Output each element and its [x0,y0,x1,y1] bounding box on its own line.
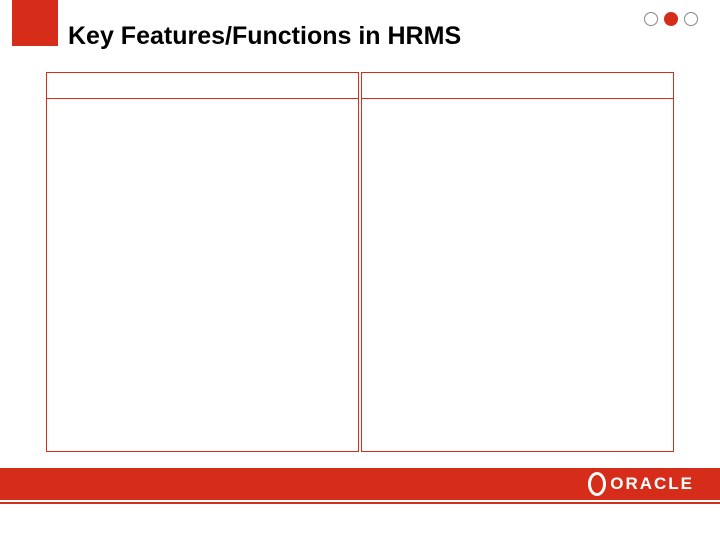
ornament-circle-center [664,12,678,26]
left-panel-header [47,73,358,99]
slide: Key Features/Functions in HRMS ORACLE [0,0,720,540]
footer-underline [0,502,720,504]
left-panel [46,72,359,452]
oracle-o-icon [588,472,606,496]
header-ornament [644,12,698,26]
footer-bar: ORACLE [0,468,720,500]
slide-title: Key Features/Functions in HRMS [68,22,461,51]
content-area [46,72,674,452]
right-panel-header [362,73,673,99]
oracle-logo: ORACLE [588,472,694,496]
accent-square [12,0,58,46]
ornament-circle-right [684,12,698,26]
right-panel [361,72,674,452]
ornament-circle-left [644,12,658,26]
oracle-logo-text: ORACLE [610,474,694,494]
